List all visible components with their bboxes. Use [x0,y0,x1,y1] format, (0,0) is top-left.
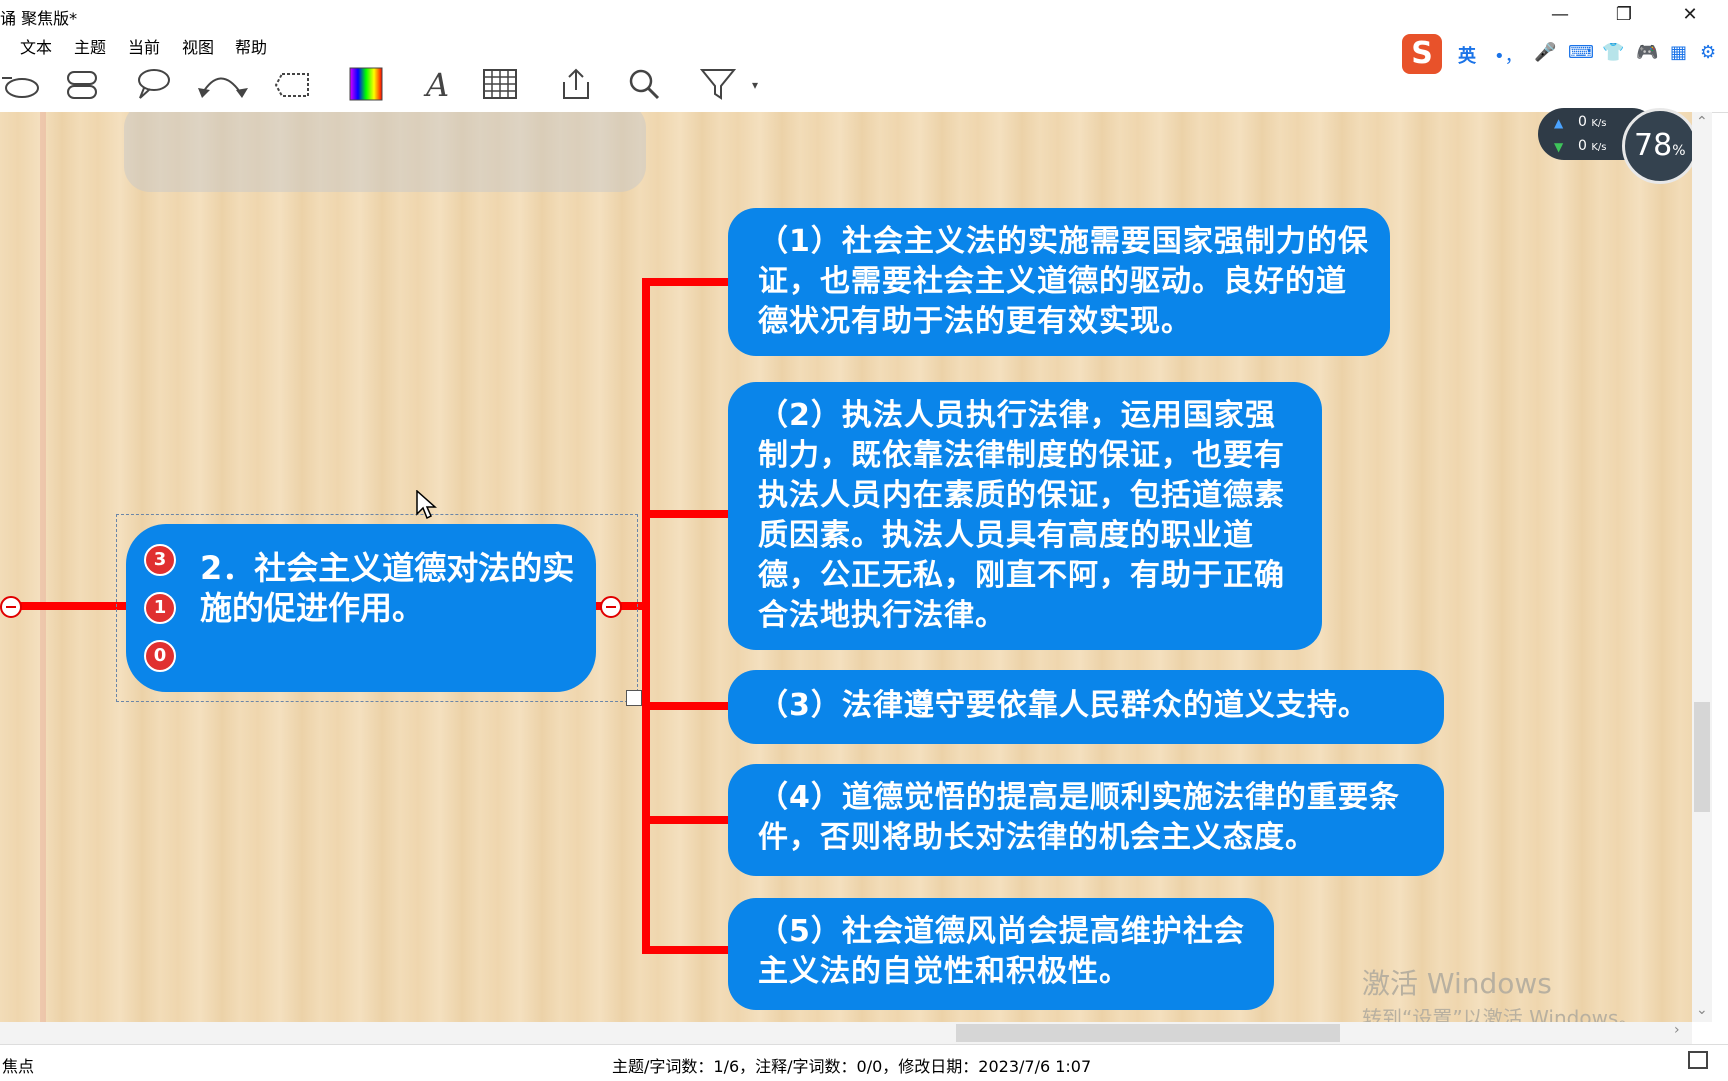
download-arrow-icon: ▼ [1554,140,1564,154]
status-document-info: 主题/字词数：1/6，注释/字词数：0/0，修改日期：2023/7/6 1:07 [612,1057,1092,1076]
faded-previous-topic[interactable] [124,112,646,192]
title-bar: 诵 聚焦版* — ❐ ✕ [0,0,1728,30]
export-icon[interactable] [556,64,596,104]
branch-connector-3 [642,702,730,710]
branch-text-1: （1）社会主义法的实施需要国家强制力的保证，也需要社会主义道德的驱动。良好的道德… [758,224,1369,339]
topic-shape-icon[interactable] [0,64,40,104]
menu-text[interactable]: 文本 [20,34,52,58]
ime-punctuation[interactable]: •， [1494,42,1523,68]
filter-icon[interactable] [698,64,738,104]
branch-node-4[interactable]: （4）道德觉悟的提高是顺利实施法律的重要条件，否则将助长对法律的机会主义态度。 [728,764,1444,876]
microphone-icon[interactable]: 🎤 [1534,42,1556,63]
branch-node-3[interactable]: （3）法律遵守要依靠人民群众的道义支持。 [728,670,1444,744]
status-mode: 焦点 [2,1057,35,1076]
upload-arrow-icon: ▲ [1554,116,1564,130]
branch-connector-2 [642,510,730,518]
panel-toggle-icon[interactable] [1688,1051,1708,1069]
ime-language[interactable]: 英 [1458,42,1476,68]
sogou-logo-icon[interactable]: S [1402,34,1442,74]
keyboard-icon[interactable]: ⌨ [1568,42,1594,63]
subtopic-shape-icon[interactable] [62,64,102,104]
callout-icon[interactable] [132,64,172,104]
vertical-scrollbar[interactable]: ⌃ ⌄ [1692,112,1712,1022]
branch-node-2[interactable]: （2）执法人员执行法律，运用国家强制力，既依靠法律制度的保证，也要有执法人员内在… [728,382,1322,650]
memory-percent: 78% [1634,128,1686,163]
restore-button[interactable]: ❐ [1594,0,1654,30]
activation-watermark-title: 激活 Windows [1362,967,1552,1000]
central-topic-text: 2．社会主义道德对法的实施的促进作用。 [200,549,575,627]
relationship-arrow-icon[interactable] [196,64,252,104]
minimize-button[interactable]: — [1530,0,1590,30]
central-topic-node[interactable]: 3 1 0 2．社会主义道德对法的实施的促进作用。 [126,524,596,692]
branch-trunk [642,278,650,954]
resize-handle[interactable] [626,690,642,706]
window-title: 诵 聚焦版* [0,9,78,28]
scroll-down-icon[interactable]: ⌄ [1696,1002,1708,1018]
badge-count-1[interactable]: 1 [144,592,176,624]
apps-icon[interactable]: ▦ [1670,42,1687,63]
color-palette-icon[interactable] [346,64,386,104]
text-format-icon[interactable]: A [416,64,456,104]
horizontal-scroll-thumb[interactable] [956,1024,1340,1042]
branch-text-3: （3）法律遵守要依靠人民群众的道义支持。 [758,688,1369,723]
mouse-cursor-icon [416,490,437,520]
boundary-icon[interactable] [272,64,312,104]
menu-current[interactable]: 当前 [128,34,160,58]
svg-text:A: A [423,66,449,104]
vertical-scroll-thumb[interactable] [1694,702,1710,812]
status-bar: 焦点 主题/字词数：1/6，注释/字词数：0/0，修改日期：2023/7/6 1… [0,1044,1728,1081]
menu-help[interactable]: 帮助 [235,34,267,58]
menu-topic[interactable]: 主题 [74,34,106,58]
collapse-parent-icon[interactable] [0,596,22,618]
toolbar-overflow-icon[interactable]: ▾ [752,78,768,94]
ime-toolbar: S 英 •， 🎤 ⌨ 👕 🎮 ▦ ⚙ [1402,32,1728,78]
branch-node-1[interactable]: （1）社会主义法的实施需要国家强制力的保证，也需要社会主义道德的驱动。良好的道德… [728,208,1390,356]
branch-text-4: （4）道德觉悟的提高是顺利实施法律的重要条件，否则将助长对法律的机会主义态度。 [758,780,1400,855]
collapse-children-icon[interactable] [600,596,622,618]
branch-text-5: （5）社会道德风尚会提高维护社会主义法的自觉性和积极性。 [758,914,1245,989]
branch-connector-1 [642,278,730,286]
search-icon[interactable] [624,64,664,104]
download-speed: 0 K/s [1578,138,1607,154]
network-monitor-widget: ▲ 0 K/s ▼ 0 K/s 78% [1538,108,1702,184]
skin-icon[interactable]: 👕 [1602,42,1624,63]
table-icon[interactable] [480,64,520,104]
badge-count-3[interactable]: 3 [144,544,176,576]
parent-connector [20,602,126,610]
badge-count-0[interactable]: 0 [144,640,176,672]
game-icon[interactable]: 🎮 [1636,42,1658,63]
settings-icon[interactable]: ⚙ [1700,42,1716,63]
branch-connector-4 [642,816,730,824]
branch-node-5[interactable]: （5）社会道德风尚会提高维护社会主义法的自觉性和积极性。 [728,898,1274,1010]
upload-speed: 0 K/s [1578,114,1607,130]
branch-text-2: （2）执法人员执行法律，运用国家强制力，既依靠法律制度的保证，也要有执法人员内在… [758,398,1285,633]
horizontal-scrollbar[interactable]: › [0,1022,1692,1044]
canvas-guide-line [40,112,46,1022]
branch-connector-5 [642,946,730,954]
scroll-up-icon[interactable]: ⌃ [1696,114,1708,130]
close-button[interactable]: ✕ [1660,0,1720,30]
scroll-right-icon[interactable]: › [1674,1022,1680,1038]
menu-view[interactable]: 视图 [182,34,214,58]
